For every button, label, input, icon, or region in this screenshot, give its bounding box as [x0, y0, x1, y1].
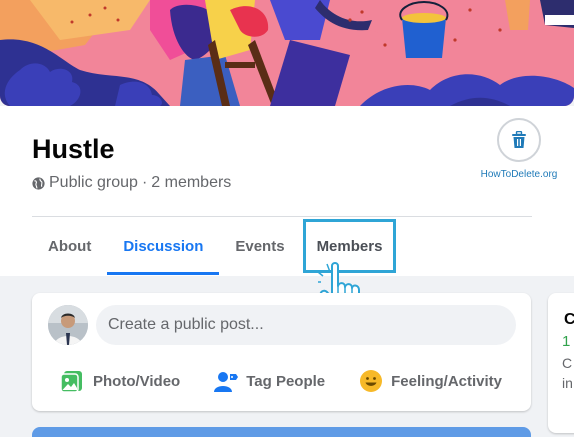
side-card-title: C	[564, 311, 574, 328]
tab-discussion[interactable]: Discussion	[107, 217, 220, 275]
user-avatar[interactable]	[48, 305, 88, 345]
photo-video-label: Photo/Video	[93, 372, 181, 390]
side-card-stat: 1	[562, 333, 571, 350]
brand-text: HowToDelete.org	[480, 169, 558, 180]
tag-people-icon	[214, 372, 239, 392]
tag-people-button[interactable]: Tag People	[214, 363, 325, 399]
meta-separator: ·	[141, 174, 148, 191]
composer-actions: Photo/Video Tag People Feeling/Activity	[32, 363, 531, 399]
photo-video-button[interactable]: Photo/Video	[61, 363, 180, 399]
tag-people-label: Tag People	[246, 372, 326, 390]
group-meta: Public group · 2 members	[32, 174, 231, 192]
group-cover-photo[interactable]	[0, 0, 574, 106]
globe-icon	[32, 176, 45, 190]
feeling-icon	[360, 370, 383, 392]
group-privacy: Public group	[49, 174, 138, 191]
tab-about[interactable]: About	[32, 217, 107, 275]
side-info-card: C 1 C in	[548, 293, 574, 433]
brand-logo	[497, 118, 541, 162]
side-card-text-1: C	[562, 355, 573, 371]
brand-watermark: HowToDelete.org	[476, 118, 562, 180]
feeling-activity-label: Feeling/Activity	[391, 372, 502, 390]
create-post-input[interactable]: Create a public post...	[96, 305, 516, 345]
tab-events[interactable]: Events	[219, 217, 300, 275]
cover-illustration	[0, 0, 574, 106]
avatar-photo	[48, 305, 88, 345]
feed-post-preview	[32, 427, 531, 437]
group-title: Hustle	[32, 134, 115, 164]
group-member-count[interactable]: 2 members	[151, 174, 231, 192]
trash-icon	[512, 131, 526, 148]
feeling-activity-button[interactable]: Feeling/Activity	[359, 363, 502, 399]
photo-icon	[61, 371, 82, 393]
side-card-text-2: in	[562, 375, 573, 391]
post-composer: Create a public post... Photo/Video Tag …	[32, 293, 531, 411]
group-header: Hustle Public group · 2 members HowToDel…	[0, 106, 574, 276]
